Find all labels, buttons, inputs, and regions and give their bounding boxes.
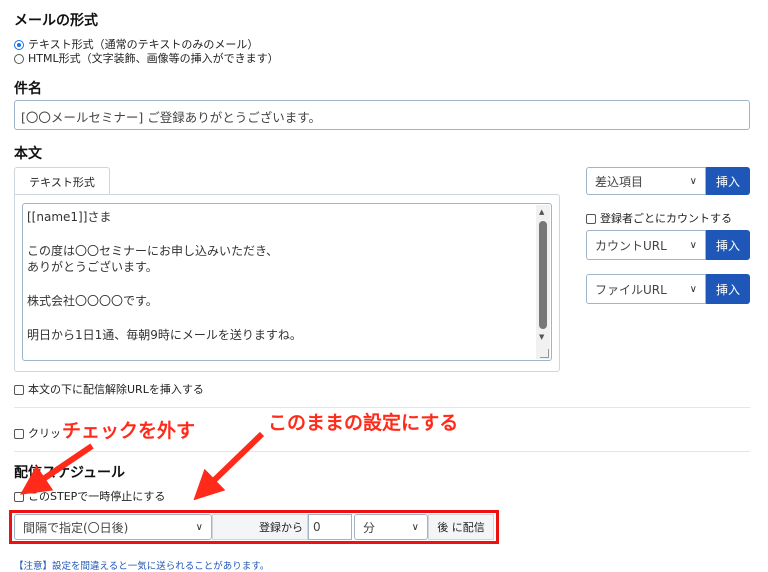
annotation-arrows <box>20 431 265 501</box>
annotation-uncheck: チェックを外す <box>62 420 196 442</box>
arrow-keep <box>193 431 265 501</box>
arrow-uncheck <box>20 443 94 495</box>
annotation-keep-settings: このままの設定にする <box>268 412 459 434</box>
